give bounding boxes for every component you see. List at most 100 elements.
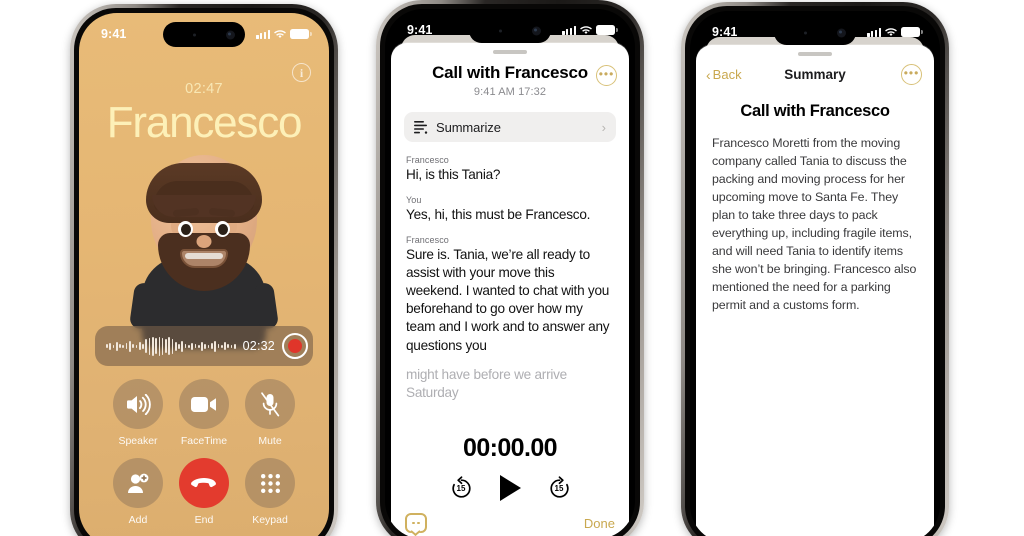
avatar-nose: [196, 235, 212, 248]
control-label: Speaker: [118, 435, 158, 447]
avatar-eye-right: [215, 221, 230, 237]
dynamic-island: [469, 18, 551, 43]
status-indicators: [867, 27, 923, 37]
wifi-icon: [580, 25, 592, 34]
control-label: End: [194, 514, 214, 526]
status-time: 9:41: [101, 27, 127, 41]
skip-back-label: 15: [456, 484, 466, 494]
phone3-bezel: 9:41 ‹ Back Summary ••• Call with France…: [685, 6, 945, 536]
phone-summary-screen: 9:41 ‹ Back Summary ••• Call with France…: [681, 2, 949, 536]
speaker-button[interactable]: Speaker: [113, 379, 163, 447]
transcript-text: Hi, is this Tania?: [406, 167, 501, 182]
transcript-list: Francesco Hi, is this Tania? You Yes, hi…: [391, 142, 629, 402]
chevron-right-icon: ›: [601, 119, 606, 135]
summary-ui: 9:41 ‹ Back Summary ••• Call with France…: [690, 11, 940, 536]
face-id-sensor-icon: [499, 29, 502, 32]
call-info-button[interactable]: i: [292, 63, 311, 82]
battery-icon: [596, 25, 618, 35]
ellipsis-icon[interactable]: •••: [901, 64, 922, 85]
keypad-button[interactable]: Keypad: [245, 458, 295, 526]
status-time: 9:41: [407, 23, 433, 37]
back-button[interactable]: ‹ Back: [706, 67, 742, 83]
transcript-speaker: Francesco: [406, 235, 449, 246]
front-camera-icon: [226, 30, 235, 39]
screenshot-stage: 9:41 i 02:47 Francesco 02:32 Speaker Fac…: [0, 0, 1024, 536]
wifi-icon: [885, 27, 897, 36]
wifi-icon: [274, 29, 286, 38]
cellular-bars-icon: [256, 29, 270, 39]
face-id-sensor-icon: [804, 31, 807, 34]
transcript-text-faded: might have before we arrive Saturday: [406, 366, 567, 400]
sheet-header: Call with Francesco 9:41 AM 17:32 •••: [391, 43, 629, 98]
transcript-bubble-icon[interactable]: [405, 513, 427, 533]
call-controls-grid: Speaker FaceTime Mute Add End Keypad: [79, 379, 329, 526]
avatar-eye-left: [178, 221, 193, 237]
memoji-avatar: [124, 139, 284, 349]
sheet-subtitle: 9:41 AM 17:32: [473, 86, 547, 98]
transcript-text: Sure is. Tania, we’re all ready to assis…: [406, 247, 610, 353]
status-indicators: [562, 25, 618, 35]
end-call-button[interactable]: End: [179, 458, 229, 526]
add-person-icon: [113, 458, 163, 508]
transcript-text: Yes, hi, this must be Francesco.: [406, 207, 591, 223]
front-camera-icon: [837, 28, 846, 37]
battery-icon: [901, 27, 923, 37]
dynamic-island: [774, 20, 856, 45]
cellular-bars-icon: [867, 27, 881, 37]
face-id-sensor-icon: [193, 33, 196, 36]
phone1-bezel: 9:41 i 02:47 Francesco 02:32 Speaker Fac…: [74, 8, 334, 536]
transcript-entry: Francesco Sure is. Tania, we’re all read…: [406, 235, 614, 402]
status-indicators: [256, 29, 312, 39]
transcript-sheet: Call with Francesco 9:41 AM 17:32 ••• Su…: [391, 43, 629, 536]
skip-forward-label: 15: [554, 484, 564, 494]
speaker-icon: [113, 379, 163, 429]
player-timecode: 00:00.00: [463, 434, 558, 462]
summary-heading: Call with Francesco: [740, 102, 890, 120]
add-call-button[interactable]: Add: [113, 458, 163, 526]
status-time: 9:41: [712, 25, 738, 39]
ellipsis-icon[interactable]: •••: [596, 65, 617, 86]
done-button[interactable]: Done: [584, 516, 615, 531]
call-ui: 9:41 i 02:47 Francesco 02:32 Speaker Fac…: [79, 13, 329, 536]
mute-button[interactable]: Mute: [245, 379, 295, 447]
front-camera-icon: [532, 26, 541, 35]
summary-body: Francesco Moretti from the moving compan…: [712, 136, 917, 312]
keypad-icon: [245, 458, 295, 508]
play-icon[interactable]: [499, 475, 521, 501]
video-camera-icon: [179, 379, 229, 429]
dynamic-island: [163, 22, 245, 47]
summarize-row[interactable]: Summarize ›: [404, 112, 616, 142]
skip-back-15-icon[interactable]: 15: [449, 475, 474, 501]
summary-sheet: ‹ Back Summary ••• Call with Francesco F…: [696, 45, 934, 536]
avatar-fringe: [152, 195, 256, 217]
facetime-button[interactable]: FaceTime: [179, 379, 229, 447]
skip-forward-15-icon[interactable]: 15: [547, 475, 572, 501]
microphone-muted-icon: [245, 379, 295, 429]
control-label: Add: [128, 514, 148, 526]
control-label: FaceTime: [180, 435, 228, 447]
transcript-speaker: Francesco: [406, 155, 449, 165]
transcript-ui: 9:41 Call with Francesco 9:41 AM 17:32 •…: [385, 9, 635, 536]
record-button-icon[interactable]: [281, 333, 308, 359]
avatar-head: [146, 155, 262, 291]
cellular-bars-icon: [562, 25, 576, 35]
summarize-label: Summarize: [436, 119, 501, 135]
phone-call-screen: 9:41 i 02:47 Francesco 02:32 Speaker Fac…: [70, 4, 338, 536]
sheet-footer: Done: [391, 513, 629, 533]
summarize-lines-icon: [414, 121, 428, 134]
summary-navbar: ‹ Back Summary •••: [696, 45, 934, 85]
phone-transcript-screen: 9:41 Call with Francesco 9:41 AM 17:32 •…: [376, 0, 644, 536]
phone2-bezel: 9:41 Call with Francesco 9:41 AM 17:32 •…: [380, 4, 640, 536]
battery-icon: [290, 29, 312, 39]
audio-player: 00:00.00 15 15: [391, 434, 629, 501]
avatar-mouth: [180, 249, 228, 268]
end-call-icon: [179, 458, 229, 508]
transcript-entry: You Yes, hi, this must be Francesco.: [406, 195, 614, 224]
control-label: Mute: [258, 435, 282, 447]
phone2-screen: 9:41 Call with Francesco 9:41 AM 17:32 •…: [385, 9, 635, 536]
chevron-left-icon: ‹: [706, 66, 711, 83]
call-recording-pill[interactable]: 02:32: [95, 326, 313, 366]
phone1-screen: 9:41 i 02:47 Francesco 02:32 Speaker Fac…: [79, 13, 329, 536]
sheet-title: Call with Francesco: [432, 63, 588, 82]
recording-timer: 02:32: [242, 339, 275, 353]
